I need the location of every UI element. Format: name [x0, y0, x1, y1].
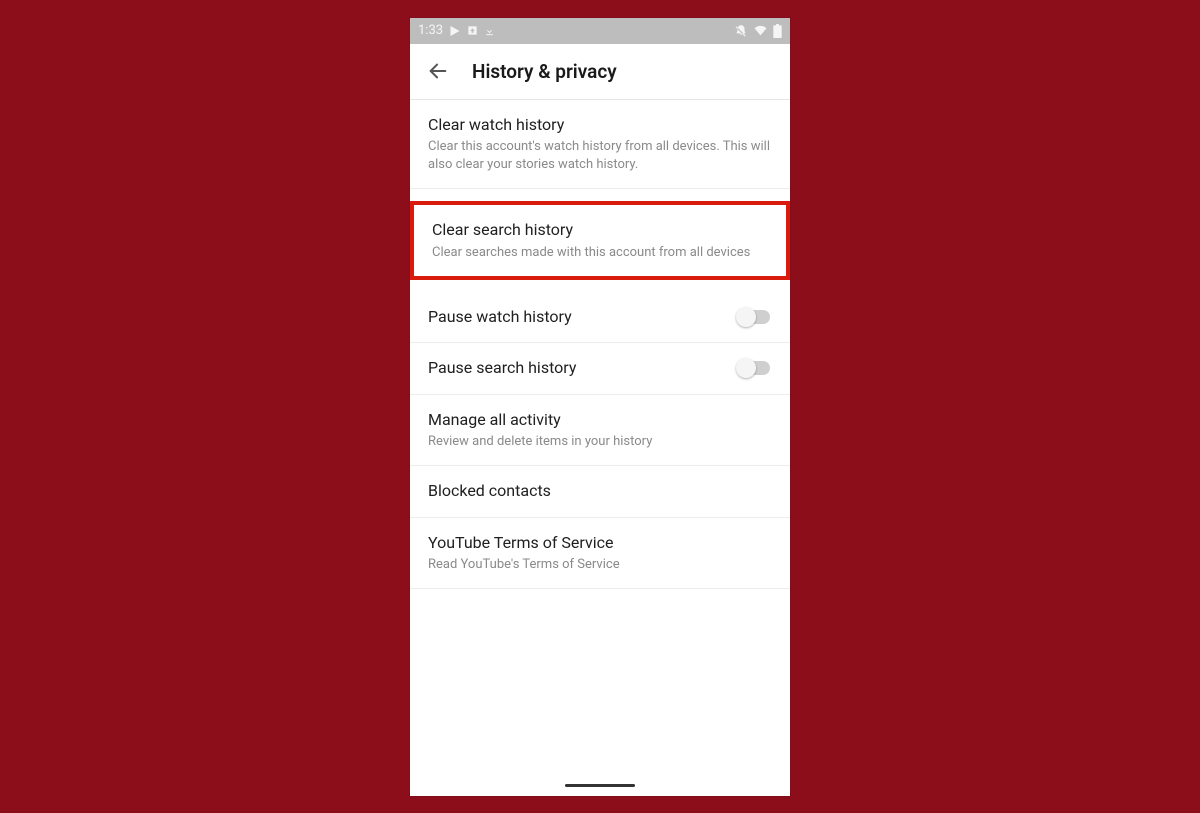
setting-title: Manage all activity	[428, 409, 772, 431]
setting-title: Blocked contacts	[428, 480, 772, 502]
phone-frame: 1:33 History & privacy Clear watch histo…	[410, 18, 790, 796]
back-button[interactable]	[424, 57, 452, 85]
setting-subtitle: Review and delete items in your history	[428, 433, 772, 451]
nav-handle[interactable]	[565, 784, 635, 787]
setting-title: Pause search history	[428, 357, 736, 379]
play-store-icon	[449, 25, 461, 37]
highlighted-item: Clear search history Clear searches made…	[410, 201, 790, 280]
toggle-thumb	[736, 358, 756, 378]
back-arrow-icon	[427, 60, 449, 82]
nav-bar	[410, 776, 790, 796]
download-box-icon	[467, 25, 478, 36]
setting-title: Clear watch history	[428, 114, 772, 136]
setting-subtitle: Read YouTube's Terms of Service	[428, 556, 772, 574]
wifi-icon	[753, 24, 768, 37]
download-icon	[484, 25, 495, 36]
battery-icon	[773, 24, 782, 38]
clear-watch-history-item[interactable]: Clear watch history Clear this account's…	[410, 100, 790, 190]
status-bar: 1:33	[410, 18, 790, 44]
pause-watch-history-toggle[interactable]	[736, 307, 772, 327]
setting-subtitle: Clear this account's watch history from …	[428, 138, 772, 174]
pause-search-history-item[interactable]: Pause search history	[410, 343, 790, 394]
mute-icon	[734, 24, 748, 38]
settings-list: Clear watch history Clear this account's…	[410, 100, 790, 776]
page-title: History & privacy	[472, 60, 617, 83]
setting-title: YouTube Terms of Service	[428, 532, 772, 554]
status-right	[734, 24, 782, 38]
app-bar: History & privacy	[410, 44, 790, 100]
setting-title: Clear search history	[432, 219, 768, 241]
clear-search-history-item[interactable]: Clear search history Clear searches made…	[414, 205, 786, 276]
terms-of-service-item[interactable]: YouTube Terms of Service Read YouTube's …	[410, 518, 790, 590]
setting-subtitle: Clear searches made with this account fr…	[432, 244, 768, 262]
manage-activity-item[interactable]: Manage all activity Review and delete it…	[410, 395, 790, 467]
blocked-contacts-item[interactable]: Blocked contacts	[410, 466, 790, 517]
status-left: 1:33	[418, 23, 495, 38]
status-time: 1:33	[418, 23, 443, 38]
pause-search-history-toggle[interactable]	[736, 358, 772, 378]
pause-watch-history-item[interactable]: Pause watch history	[410, 292, 790, 343]
setting-title: Pause watch history	[428, 306, 736, 328]
toggle-thumb	[736, 307, 756, 327]
